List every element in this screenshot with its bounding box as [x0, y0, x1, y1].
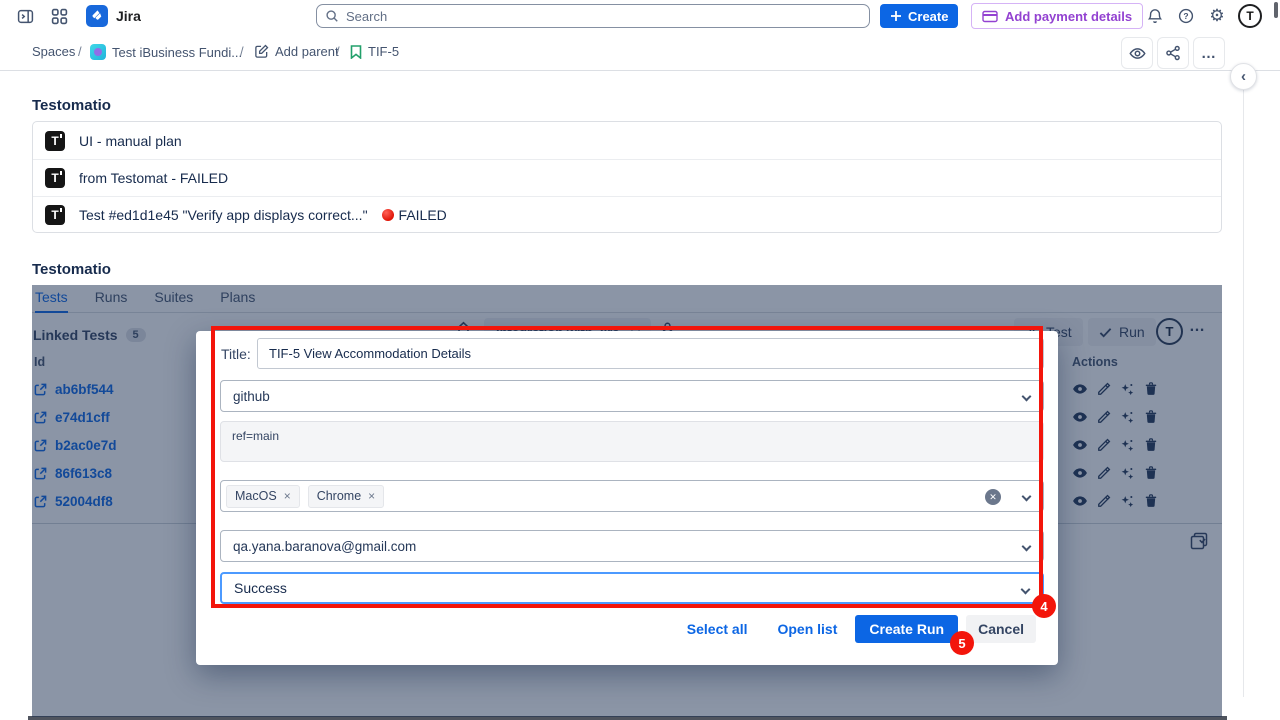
testomatio-logo-icon: T — [45, 205, 65, 225]
run-title-value: TIF-5 View Accommodation Details — [269, 346, 471, 361]
environment-multiselect[interactable]: MacOS × Chrome × ✕ — [220, 480, 1044, 512]
attachment-item[interactable]: T from Testomat - FAILED — [33, 159, 1221, 196]
help-icon[interactable]: ? — [1177, 7, 1195, 25]
breadcrumb-separator: / — [240, 44, 244, 59]
create-button[interactable]: Create — [880, 4, 958, 28]
breadcrumb-separator: / — [78, 44, 82, 59]
attachment-item-label: Test #ed1d1e45 "Verify app displays corr… — [79, 207, 368, 223]
status-select-value: Success — [234, 580, 287, 596]
svg-text:?: ? — [1183, 11, 1188, 21]
attachments-card: T UI - manual plan T from Testomat - FAI… — [32, 121, 1222, 233]
breadcrumb-bar: Spaces / Test iBusiness Fundi... / Add p… — [0, 32, 1280, 71]
top-navigation-bar: Jira Search Create Add payment details ?… — [0, 0, 1280, 32]
status-select[interactable]: Success — [220, 572, 1044, 604]
chevron-down-icon — [1022, 542, 1032, 552]
source-select-value: github — [233, 389, 270, 404]
breadcrumb-separator: / — [336, 44, 340, 59]
env-tag-label: Chrome — [317, 489, 361, 503]
failed-dot-icon — [382, 209, 394, 221]
remove-tag-icon[interactable]: × — [368, 489, 375, 503]
chevron-left-icon: ‹ — [1241, 68, 1246, 85]
reporter-select-value: qa.yana.baranova@gmail.com — [233, 539, 416, 554]
attachment-item[interactable]: T Test #ed1d1e45 "Verify app displays co… — [33, 196, 1221, 233]
clear-all-icon[interactable]: ✕ — [985, 489, 1001, 505]
breadcrumb-add-parent-link[interactable]: Add parent — [254, 44, 339, 59]
global-search-input[interactable]: Search — [316, 4, 870, 28]
modal-footer: Select all Open list Create Run Cancel — [687, 615, 1036, 643]
cancel-button[interactable]: Cancel — [966, 615, 1036, 643]
page-scrollbar[interactable] — [1274, 2, 1278, 18]
env-tag[interactable]: Chrome × — [308, 485, 384, 508]
settings-gear-icon[interactable]: ⚙ — [1208, 7, 1226, 25]
source-select[interactable]: github — [220, 380, 1044, 412]
chevron-down-icon — [1022, 492, 1032, 502]
payment-button-label: Add payment details — [1005, 9, 1132, 24]
more-actions-button[interactable]: … — [1193, 37, 1225, 69]
breadcrumb-add-parent-label: Add parent — [275, 44, 339, 59]
edit-icon — [254, 44, 269, 59]
breadcrumb-issue-label: TIF-5 — [368, 44, 399, 59]
breadcrumb-space-label: Test iBusiness Fundi... — [112, 45, 242, 60]
breadcrumb-space-link[interactable]: Test iBusiness Fundi... — [90, 44, 242, 60]
add-payment-details-button[interactable]: Add payment details — [971, 3, 1143, 29]
annotation-step-5-badge: 5 — [950, 631, 974, 655]
app-switcher-icon[interactable] — [51, 8, 68, 25]
jira-logo-icon[interactable] — [86, 5, 108, 27]
clear-x-glyph: ✕ — [989, 492, 997, 503]
testomatio-logo-icon: T — [45, 131, 65, 151]
sidebar-toggle-icon[interactable] — [17, 8, 34, 25]
open-list-link[interactable]: Open list — [777, 621, 837, 637]
breadcrumb-issue-link[interactable]: TIF-5 — [350, 44, 399, 59]
plus-icon — [890, 10, 902, 22]
share-button[interactable] — [1157, 37, 1189, 69]
panel-divider — [1243, 71, 1244, 697]
attachment-item-label: UI - manual plan — [79, 133, 182, 149]
space-avatar-icon — [90, 44, 106, 60]
ellipsis-icon: … — [1201, 45, 1217, 62]
avatar-letter: T — [1246, 9, 1253, 23]
params-textarea[interactable]: ref=main — [220, 421, 1044, 462]
annotation-step-4-badge: 4 — [1032, 594, 1056, 618]
status-label: FAILED — [399, 207, 447, 223]
chevron-down-icon — [1022, 392, 1032, 402]
search-placeholder: Search — [346, 9, 387, 24]
collapse-panel-button[interactable]: ‹ — [1230, 63, 1257, 90]
app-window: Jira Search Create Add payment details ?… — [0, 0, 1280, 720]
run-title-input[interactable]: TIF-5 View Accommodation Details — [257, 338, 1044, 369]
attachment-item[interactable]: T UI - manual plan — [33, 122, 1221, 159]
status-badge: FAILED — [382, 207, 447, 223]
testomatio-logo-icon: T — [45, 168, 65, 188]
breadcrumb-spaces-link[interactable]: Spaces — [32, 44, 75, 59]
widget-title: Testomatio — [32, 261, 111, 278]
search-icon — [325, 9, 339, 23]
params-value: ref=main — [232, 429, 279, 443]
bookmark-icon — [350, 45, 362, 59]
create-run-modal: Title: TIF-5 View Accommodation Details … — [196, 331, 1058, 665]
title-field-label: Title: — [221, 346, 251, 362]
section-title: Testomatio — [32, 97, 111, 114]
env-tag-label: MacOS — [235, 489, 277, 503]
select-all-link[interactable]: Select all — [687, 621, 748, 637]
reporter-select[interactable]: qa.yana.baranova@gmail.com — [220, 530, 1044, 562]
create-run-button[interactable]: Create Run — [855, 615, 958, 643]
app-name: Jira — [116, 8, 141, 24]
env-tag[interactable]: MacOS × — [226, 485, 300, 508]
create-button-label: Create — [908, 9, 948, 24]
credit-card-icon — [982, 10, 998, 23]
watch-eye-button[interactable] — [1121, 37, 1153, 69]
chevron-down-icon — [1021, 585, 1031, 595]
attachment-item-label: from Testomat - FAILED — [79, 170, 228, 186]
notifications-bell-icon[interactable] — [1146, 7, 1164, 25]
user-avatar[interactable]: T — [1238, 4, 1262, 28]
remove-tag-icon[interactable]: × — [284, 489, 291, 503]
